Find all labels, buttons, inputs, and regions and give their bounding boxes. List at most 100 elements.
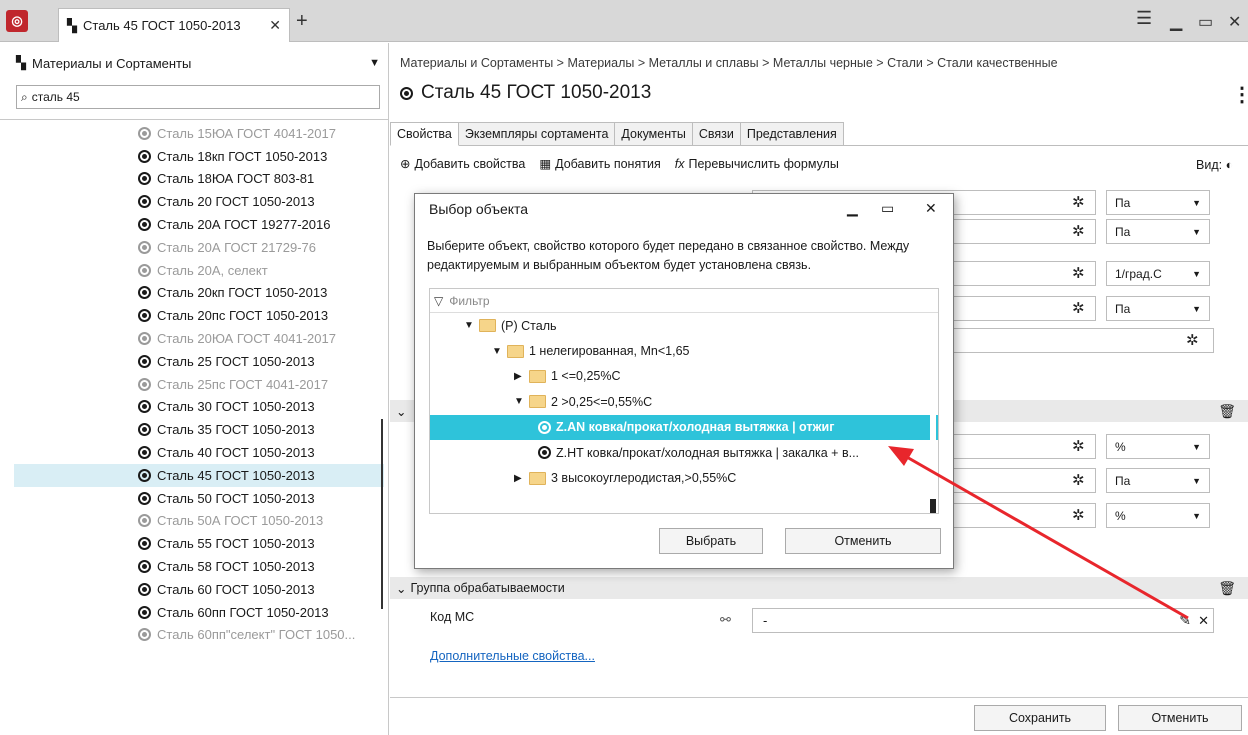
breadcrumb[interactable]: Материалы и Сортаменты > Материалы > Мет… [400, 56, 1240, 70]
unit-select[interactable]: Па ▼ [1106, 219, 1210, 244]
expand-down-icon[interactable]: ▼ [514, 396, 524, 407]
maximize-button[interactable]: ▭ [881, 200, 894, 217]
minimize-button[interactable]: ▁ [847, 200, 858, 217]
close-dialog-button[interactable]: ✕ [925, 200, 937, 217]
add-properties-button[interactable]: ⊕ Добавить свойства [400, 156, 525, 172]
close-window-button[interactable]: ✕ [1228, 12, 1241, 32]
list-item-label: Сталь 58 ГОСТ 1050-2013 [157, 559, 315, 575]
tree-scrollbar[interactable] [930, 407, 936, 513]
chevron-down-icon[interactable]: ▼ [369, 57, 380, 69]
list-item[interactable]: Сталь 60пп ГОСТ 1050-2013 [14, 601, 384, 624]
clear-icon[interactable]: ✕ [1198, 613, 1209, 629]
list-item[interactable]: Сталь 55 ГОСТ 1050-2013 [14, 532, 384, 555]
unit-value: % [1115, 508, 1126, 523]
library-selector[interactable]: ▚ Материалы и Сортаменты ▼ [16, 51, 380, 75]
gear-icon[interactable]: ✲ [1072, 222, 1085, 240]
list-item[interactable]: Сталь 20пс ГОСТ 1050-2013 [14, 304, 384, 327]
unit-select[interactable]: 1/град.С ▼ [1106, 261, 1210, 286]
unit-select[interactable]: % ▼ [1106, 434, 1210, 459]
tree-node[interactable]: Z.AN ковка/прокат/холодная вытяжка | отж… [430, 414, 938, 440]
document-tab[interactable]: ▚ Сталь 45 ГОСТ 1050-2013 ✕ [58, 8, 290, 42]
gear-icon[interactable]: ✲ [1072, 193, 1085, 211]
list-item[interactable]: Сталь 50А ГОСТ 1050-2013 [14, 510, 384, 533]
list-item[interactable]: Сталь 60 ГОСТ 1050-2013 [14, 578, 384, 601]
gear-icon[interactable]: ✲ [1072, 437, 1085, 455]
list-item[interactable]: Сталь 15ЮА ГОСТ 4041-2017 [14, 122, 384, 145]
save-button[interactable]: Сохранить [974, 705, 1106, 731]
unit-value: 1/град.С [1115, 266, 1162, 281]
expand-right-icon[interactable]: ▶ [514, 473, 524, 484]
gear-icon[interactable]: ✲ [1072, 264, 1085, 282]
list-item[interactable]: Сталь 20кп ГОСТ 1050-2013 [14, 282, 384, 305]
scrollbar-thumb[interactable] [930, 499, 936, 513]
list-item[interactable]: Сталь 25 ГОСТ 1050-2013 [14, 350, 384, 373]
list-item[interactable]: Сталь 18ЮА ГОСТ 803-81 [14, 168, 384, 191]
add-concepts-label: Добавить понятия [555, 156, 661, 171]
add-concepts-button[interactable]: ▦ Добавить понятия [539, 156, 661, 172]
menu-icon[interactable]: ☰ [1136, 8, 1152, 29]
trash-icon[interactable]: 🗑 [1218, 580, 1236, 597]
pencil-icon[interactable]: ✎ [1179, 612, 1191, 629]
additional-properties-link[interactable]: Дополнительные свойства... [430, 649, 595, 663]
chevron-down-icon: ⌄ [396, 581, 407, 596]
tree-node[interactable]: Z.HT ковка/прокат/холодная вытяжка | зак… [430, 440, 938, 465]
gear-icon[interactable]: ✲ [1072, 299, 1085, 317]
view-selector[interactable]: Вид: ◐ [1196, 158, 1233, 172]
link-icon[interactable]: ⚯ [720, 612, 731, 628]
list-item[interactable]: Сталь 40 ГОСТ 1050-2013 [14, 441, 384, 464]
list-item[interactable]: Сталь 20А ГОСТ 21729-76 [14, 236, 384, 259]
list-item[interactable]: Сталь 18кп ГОСТ 1050-2013 [14, 145, 384, 168]
list-item[interactable]: Сталь 60пп"селект" ГОСТ 1050... [14, 624, 384, 647]
gear-icon[interactable]: ✲ [1072, 471, 1085, 489]
search-icon: ⌕ [21, 89, 28, 104]
minimize-button[interactable]: ▁ [1170, 12, 1182, 32]
tab-properties[interactable]: Свойства [390, 122, 459, 146]
tree-node[interactable]: ▶ 1 <=0,25%С [430, 364, 938, 389]
search-input[interactable]: ⌕ сталь 45 [16, 85, 380, 109]
tree-node[interactable]: ▼ (Р) Сталь [430, 313, 938, 338]
tree-node[interactable]: ▼ 2 >0,25<=0,55%С [430, 389, 938, 414]
app-logo-icon[interactable]: ◎ [6, 10, 28, 32]
tab-documents[interactable]: Документы [615, 122, 693, 146]
expand-down-icon[interactable]: ▼ [464, 320, 474, 331]
tab-representations[interactable]: Представления [740, 122, 844, 146]
material-icon [538, 420, 551, 434]
more-options-icon[interactable]: ⋮ [1232, 82, 1248, 107]
maximize-button[interactable]: ▭ [1198, 12, 1213, 32]
unit-select[interactable]: Па ▼ [1106, 190, 1210, 215]
library-icon: ▚ [16, 55, 26, 70]
dialog-cancel-button[interactable]: Отменить [785, 528, 941, 554]
scrollbar[interactable] [381, 419, 383, 609]
expand-down-icon[interactable]: ▼ [492, 346, 502, 357]
list-item[interactable]: Сталь 45 ГОСТ 1050-2013 [14, 463, 384, 487]
list-item[interactable]: Сталь 50 ГОСТ 1050-2013 [14, 487, 384, 510]
expand-right-icon[interactable]: ▶ [514, 371, 524, 382]
machinability-section-header[interactable]: ⌄ Группа обрабатываемости 🗑 [390, 577, 1248, 599]
trash-icon[interactable]: 🗑 [1218, 403, 1236, 420]
select-button[interactable]: Выбрать [659, 528, 763, 554]
recalculate-button[interactable]: fx Перевычислить формулы [675, 157, 839, 171]
tree-node[interactable]: ▶ 3 высокоуглеродистая,>0,55%С [430, 465, 938, 490]
tree-node[interactable]: ▼ 1 нелегированная, Mn<1,65 [430, 338, 938, 363]
list-item[interactable]: Сталь 20А, селект [14, 259, 384, 282]
list-item[interactable]: Сталь 20А ГОСТ 19277-2016 [14, 213, 384, 236]
list-item[interactable]: Сталь 35 ГОСТ 1050-2013 [14, 418, 384, 441]
tab-links[interactable]: Связи [692, 122, 741, 146]
list-item[interactable]: Сталь 30 ГОСТ 1050-2013 [14, 396, 384, 419]
list-item[interactable]: Сталь 20ЮА ГОСТ 4041-2017 [14, 327, 384, 350]
new-tab-button[interactable]: + [296, 10, 308, 33]
tab-assortment[interactable]: Экземпляры сортамента [458, 122, 616, 146]
gear-icon[interactable]: ✲ [1186, 331, 1199, 349]
unit-select[interactable]: Па ▼ [1106, 296, 1210, 321]
unit-select[interactable]: % ▼ [1106, 503, 1210, 528]
unit-select[interactable]: Па ▼ [1106, 468, 1210, 493]
close-tab-icon[interactable]: ✕ [269, 17, 281, 34]
filter-input[interactable]: ▽ Фильтр [430, 289, 938, 313]
gear-icon[interactable]: ✲ [1072, 506, 1085, 524]
list-item[interactable]: Сталь 58 ГОСТ 1050-2013 [14, 555, 384, 578]
list-item[interactable]: Сталь 20 ГОСТ 1050-2013 [14, 190, 384, 213]
code-field[interactable]: - ✎ ✕ [752, 608, 1214, 633]
list-item[interactable]: Сталь 25пс ГОСТ 4041-2017 [14, 373, 384, 396]
tree-node-label: 1 <=0,25%С [551, 369, 621, 384]
cancel-button[interactable]: Отменить [1118, 705, 1242, 731]
